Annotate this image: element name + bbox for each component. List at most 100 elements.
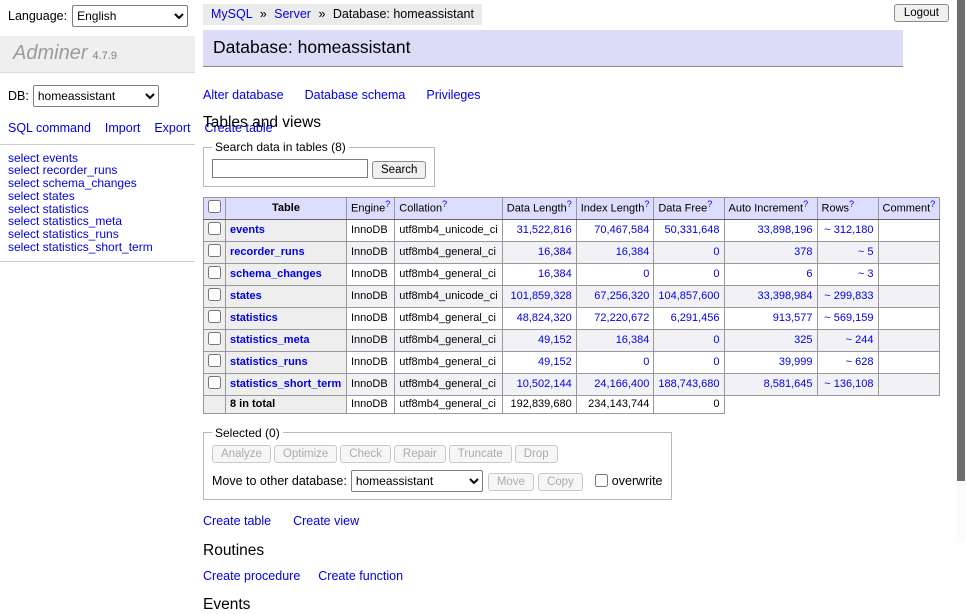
row-checkbox[interactable] [208, 354, 221, 367]
total-label-cell: 8 in total [226, 395, 347, 413]
row-checkbox[interactable] [208, 310, 221, 323]
auto-increment-cell: 6 [724, 263, 817, 285]
table-name-link[interactable]: events [230, 224, 265, 236]
row-checkbox[interactable] [208, 376, 221, 389]
rows-cell: ~ 136,108 [817, 373, 878, 395]
table-name-link[interactable]: states [230, 290, 262, 302]
table-row-schema-changes: schema_changes InnoDButf8mb4_general_ci16… [204, 263, 940, 285]
overwrite-checkbox[interactable] [595, 474, 608, 487]
help-link[interactable]: ? [385, 199, 390, 209]
data-free-cell: 188,743,680 [654, 373, 724, 395]
table-name-link[interactable]: statistics_short_term [230, 378, 341, 390]
data-length-cell: 16,384 [502, 263, 576, 285]
table-name-link[interactable]: statistics [230, 312, 278, 324]
data-free-cell: 50,331,648 [654, 219, 724, 241]
sql-command-link[interactable]: SQL command [8, 121, 91, 135]
import-link[interactable]: Import [105, 121, 140, 135]
breadcrumb: MySQL » Server » Database: homeassistant [203, 4, 482, 25]
collation-cell: utf8mb4_general_ci [395, 329, 502, 351]
database-schema-link[interactable]: Database schema [305, 88, 406, 102]
tables-and-views-heading: Tables and views [203, 114, 903, 132]
optimize-button: Optimize [274, 445, 337, 463]
help-link[interactable]: ? [567, 199, 572, 209]
language-row: Language:English [0, 0, 195, 27]
table-name-link[interactable]: statistics_runs [230, 356, 308, 368]
row-checkbox-cell [204, 241, 226, 263]
privileges-link[interactable]: Privileges [426, 88, 480, 102]
column-label: Rows [822, 203, 850, 215]
search-input[interactable] [212, 159, 368, 178]
create-table-link[interactable]: Create table [203, 514, 271, 528]
export-link[interactable]: Export [154, 121, 190, 135]
tables-tbody: eventsInnoDButf8mb4_unicode_ci31,522,816… [204, 219, 940, 413]
create-function-link[interactable]: Create function [318, 569, 403, 583]
row-checkbox[interactable] [208, 222, 221, 235]
collation-cell: utf8mb4_unicode_ci [395, 285, 502, 307]
help-link[interactable]: ? [707, 199, 712, 209]
table-name-cell: events [226, 219, 347, 241]
routines-links: Create procedure Create function [203, 569, 903, 583]
sidebar-select-schema-changes-link[interactable]: select schema_changes [8, 177, 195, 190]
create-view-link[interactable]: Create view [293, 514, 359, 528]
comment-cell [878, 219, 940, 241]
table-name-link[interactable]: statistics_meta [230, 334, 310, 346]
scrollbar-thumb[interactable] [957, 0, 965, 481]
table-name-link[interactable]: schema_changes [230, 268, 322, 280]
db-select[interactable]: homeassistant [33, 85, 159, 107]
help-link[interactable]: ? [849, 199, 854, 209]
language-select[interactable]: English [72, 5, 188, 27]
sidebar: Language:English Adminer4.7.9 DB:homeass… [0, 0, 195, 262]
breadcrumb-server-link[interactable]: Server [274, 7, 311, 21]
table-name-link[interactable]: recorder_runs [230, 246, 305, 258]
row-checkbox[interactable] [208, 288, 221, 301]
row-checkbox[interactable] [208, 266, 221, 279]
help-link[interactable]: ? [644, 199, 649, 209]
app-name: Adminer [13, 42, 87, 64]
engine-cell: InnoDB [347, 263, 395, 285]
scrollbar-track [956, 0, 966, 543]
collation-cell: utf8mb4_unicode_ci [395, 219, 502, 241]
table-name-cell: statistics_meta [226, 329, 347, 351]
help-link[interactable]: ? [930, 199, 935, 209]
breadcrumb-mysql-link[interactable]: MySQL [211, 7, 252, 21]
row-checkbox-cell [204, 351, 226, 373]
row-checkbox-cell [204, 219, 226, 241]
comment-cell [878, 307, 940, 329]
row-checkbox[interactable] [208, 332, 221, 345]
overwrite-label: overwrite [612, 474, 663, 488]
data-free-cell: 0 [654, 329, 724, 351]
rows-cell: ~ 299,833 [817, 285, 878, 307]
selected-actions: AnalyzeOptimizeCheckRepairTruncateDrop [212, 445, 663, 463]
total-data-free-cell: 0 [654, 395, 724, 413]
selected-legend: Selected (0) [212, 426, 283, 440]
data-length-cell: 48,824,320 [502, 307, 576, 329]
total-engine-cell: InnoDB [347, 395, 395, 413]
help-link[interactable]: ? [442, 199, 447, 209]
rows-cell: ~ 628 [817, 351, 878, 373]
collation-cell: utf8mb4_general_ci [395, 263, 502, 285]
engine-cell: InnoDB [347, 219, 395, 241]
row-checkbox-cell [204, 373, 226, 395]
sidebar-table-links: select eventsselect recorder_runsselect … [0, 152, 195, 254]
row-checkbox[interactable] [208, 244, 221, 257]
create-links: Create table Create view [203, 514, 903, 528]
sidebar-select-states-link[interactable]: select states [8, 190, 195, 203]
table-row-statistics-runs: statistics_runsInnoDButf8mb4_general_ci4… [204, 351, 940, 373]
routines-heading: Routines [203, 542, 903, 560]
comment-cell [878, 263, 940, 285]
move-database-select[interactable]: homeassistant [351, 470, 483, 492]
analyze-button: Analyze [212, 445, 271, 463]
column-header-table: Table [226, 197, 347, 219]
select-all-checkbox[interactable] [208, 200, 221, 213]
comment-cell [878, 285, 940, 307]
create-procedure-link[interactable]: Create procedure [203, 569, 300, 583]
page-title: Database: homeassistant [203, 30, 903, 67]
sidebar-select-statistics-short-term-link[interactable]: select statistics_short_term [8, 241, 195, 254]
search-button[interactable]: Search [372, 161, 426, 179]
index-length-cell: 67,256,320 [576, 285, 654, 307]
alter-database-link[interactable]: Alter database [203, 88, 284, 102]
help-link[interactable]: ? [803, 199, 808, 209]
row-checkbox-cell [204, 263, 226, 285]
column-header-rows: Rows? [817, 197, 878, 219]
column-header-data-free: Data Free? [654, 197, 724, 219]
